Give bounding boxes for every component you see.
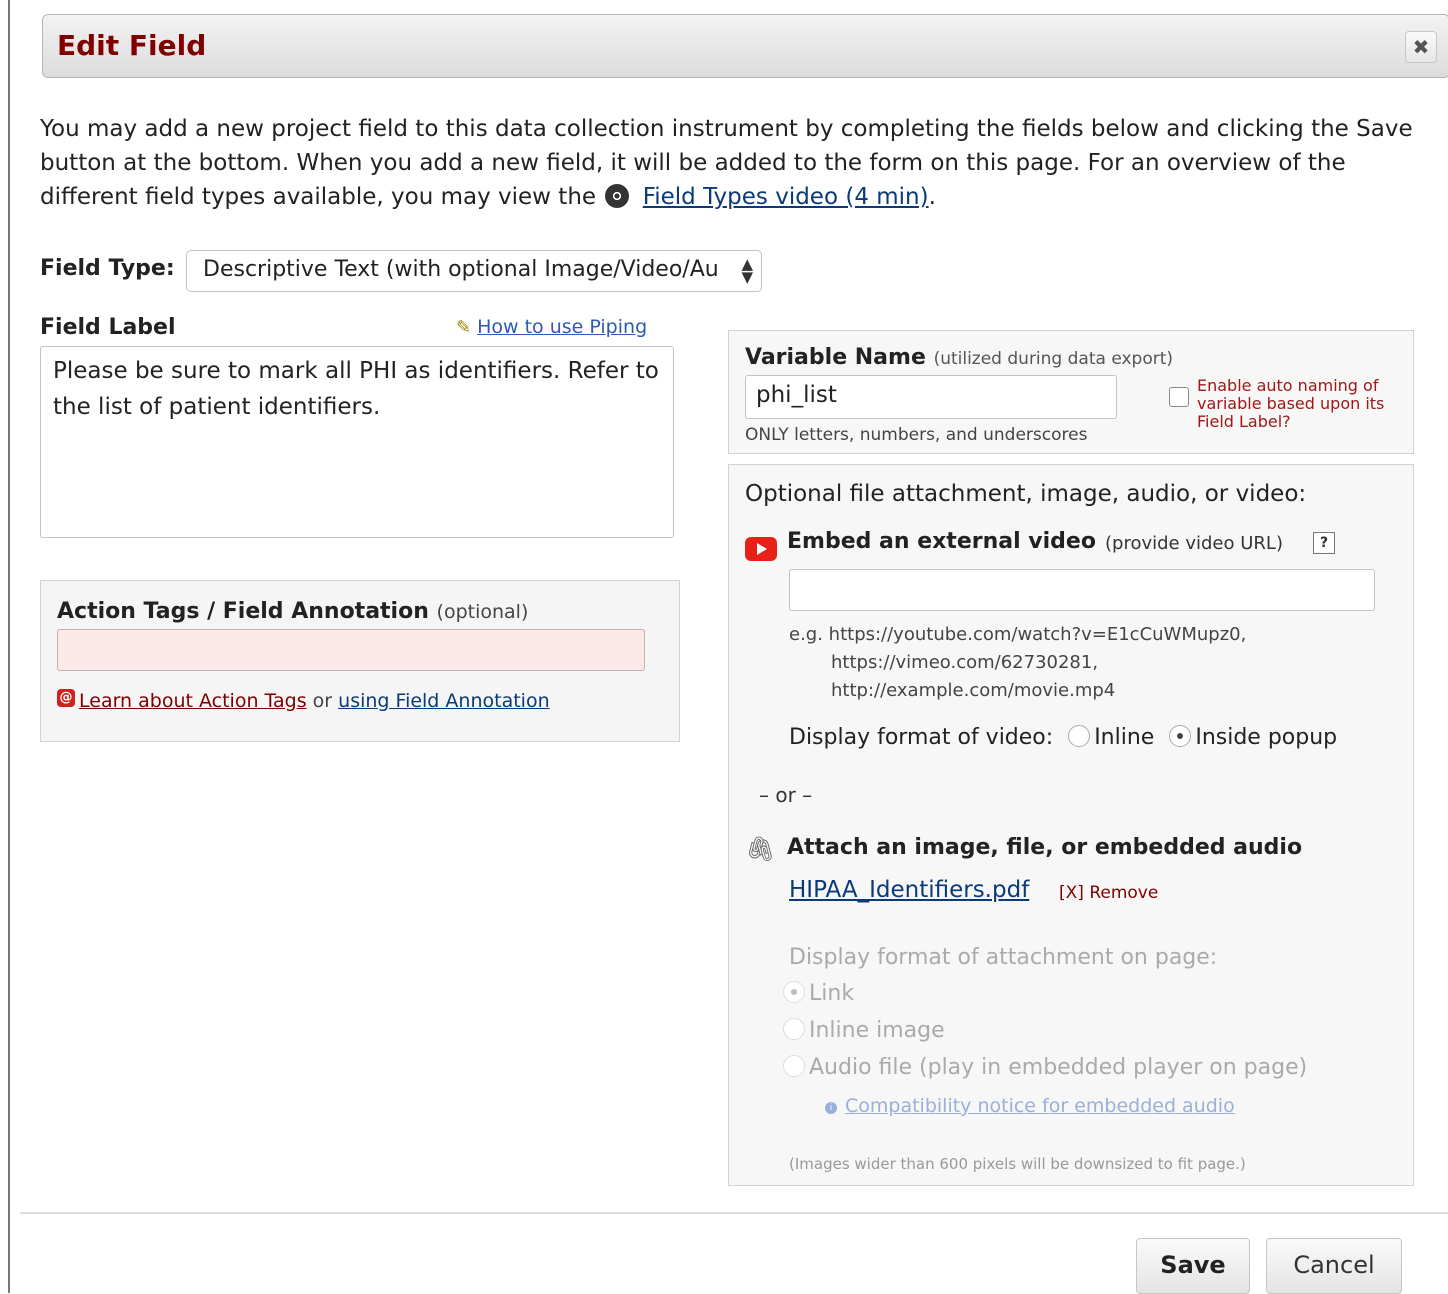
field-type-select[interactable]: Descriptive Text (with optional Image/Vi… xyxy=(186,250,762,292)
intro-text-end: . xyxy=(928,184,936,210)
attached-file-link[interactable]: HIPAA_Identifiers.pdf xyxy=(789,877,1029,903)
dialog-titlebar[interactable]: Edit Field ✖ xyxy=(42,14,1448,78)
embed-video-title: Embed an external video xyxy=(787,529,1096,554)
radio-inline-image-label: Inline image xyxy=(809,1018,945,1043)
variable-name-title: Variable Name (utilized during data expo… xyxy=(745,345,1173,370)
save-button[interactable]: Save xyxy=(1136,1238,1250,1294)
video-display-format-label: Display format of video: xyxy=(789,725,1054,750)
edit-field-dialog: Edit Field ✖ You may add a new project f… xyxy=(10,0,1448,1294)
radio-inside-popup[interactable] xyxy=(1169,725,1192,747)
close-icon[interactable]: ✖ xyxy=(1405,31,1437,63)
example-url: https://vimeo.com/62730281, xyxy=(831,652,1099,673)
dialog-title: Edit Field xyxy=(57,29,207,62)
image-size-note: (Images wider than 600 pixels will be do… xyxy=(789,1155,1246,1173)
video-url-input[interactable] xyxy=(789,569,1375,611)
attachment-option-link[interactable]: Link xyxy=(783,981,854,1006)
attachment-panel: Optional file attachment, image, audio, … xyxy=(728,464,1414,1186)
attach-file-title: Attach an image, file, or embedded audio xyxy=(787,835,1303,860)
attachment-option-audio[interactable]: Audio file (play in embedded player on p… xyxy=(783,1055,1307,1080)
variable-name-title-text: Variable Name xyxy=(745,345,926,370)
or-divider: – or – xyxy=(759,783,813,807)
intro-text: You may add a new project field to this … xyxy=(40,112,1430,214)
action-tags-title: Action Tags / Field Annotation (optional… xyxy=(57,599,528,624)
field-types-video-link[interactable]: Field Types video (4 min) xyxy=(643,184,929,210)
variable-name-panel: Variable Name (utilized during data expo… xyxy=(728,330,1414,454)
links-or-text: or xyxy=(312,690,333,712)
radio-inside-popup-label: Inside popup xyxy=(1195,725,1338,750)
variable-name-note: ONLY letters, numbers, and underscores xyxy=(745,425,1088,445)
embed-video-hint: (provide video URL) xyxy=(1105,533,1283,554)
field-label-textarea[interactable]: Please be sure to mark all PHI as identi… xyxy=(40,346,674,538)
attachment-heading: Optional file attachment, image, audio, … xyxy=(745,481,1307,507)
video-url-examples: e.g. https://youtube.com/watch?v=E1cCuWM… xyxy=(789,621,1246,705)
optional-note: (optional) xyxy=(436,601,529,623)
radio-audio[interactable] xyxy=(783,1055,805,1077)
radio-audio-label: Audio file (play in embedded player on p… xyxy=(809,1055,1308,1080)
auto-naming-label: Enable auto naming of variable based upo… xyxy=(1197,376,1385,431)
cancel-button[interactable]: Cancel xyxy=(1266,1238,1402,1294)
film-reel-icon xyxy=(605,184,630,208)
field-label-heading: Field Label xyxy=(40,315,176,340)
info-icon: i xyxy=(825,1102,837,1114)
variable-name-input[interactable]: phi_list xyxy=(745,375,1117,419)
background-page-edge xyxy=(0,0,10,1293)
field-type-label: Field Type: xyxy=(40,256,175,281)
auto-naming-checkbox[interactable] xyxy=(1169,387,1189,407)
radio-inline-label: Inline xyxy=(1094,725,1155,750)
radio-link[interactable] xyxy=(783,981,805,1003)
compatibility-notice: i Compatibility notice for embedded audio xyxy=(825,1095,1235,1117)
video-display-format: Display format of video: Inline Inside p… xyxy=(789,725,1337,750)
attached-file: HIPAA_Identifiers.pdf xyxy=(789,877,1029,903)
action-tags-input[interactable] xyxy=(57,629,645,671)
piping-help-link[interactable]: How to use Piping xyxy=(477,316,647,338)
piping-help: ✎ How to use Piping xyxy=(456,316,647,338)
field-type-selected-value: Descriptive Text (with optional Image/Vi… xyxy=(203,257,719,282)
youtube-icon xyxy=(745,537,777,561)
field-annotation-link[interactable]: using Field Annotation xyxy=(338,690,549,712)
radio-inline[interactable] xyxy=(1068,725,1091,747)
pencil-icon: ✎ xyxy=(456,317,472,338)
action-tags-panel: Action Tags / Field Annotation (optional… xyxy=(40,580,680,742)
video-help-button[interactable]: ? xyxy=(1313,532,1335,554)
example-url: http://example.com/movie.mp4 xyxy=(831,680,1116,701)
select-arrows-icon: ▲ ▼ xyxy=(741,255,753,286)
learn-action-tags-link[interactable]: Learn about Action Tags xyxy=(79,690,307,712)
variable-name-hint: (utilized during data export) xyxy=(933,349,1174,369)
attachment-option-inline-image[interactable]: Inline image xyxy=(783,1018,945,1043)
action-tag-icon: @ xyxy=(57,689,75,707)
remove-attachment-link[interactable]: [X] Remove xyxy=(1059,883,1158,903)
attachment-format-label: Display format of attachment on page: xyxy=(789,945,1218,970)
compatibility-notice-link[interactable]: Compatibility notice for embedded audio xyxy=(845,1095,1235,1117)
action-tags-links: @ Learn about Action Tags or using Field … xyxy=(57,689,550,712)
action-tags-title-text: Action Tags / Field Annotation xyxy=(57,599,429,624)
radio-inline-image[interactable] xyxy=(783,1018,805,1040)
footer-divider xyxy=(20,1212,1448,1214)
paperclip-icon: 🖇 xyxy=(745,835,776,863)
radio-link-label: Link xyxy=(809,981,855,1006)
example-url: e.g. https://youtube.com/watch?v=E1cCuWM… xyxy=(789,624,1247,645)
